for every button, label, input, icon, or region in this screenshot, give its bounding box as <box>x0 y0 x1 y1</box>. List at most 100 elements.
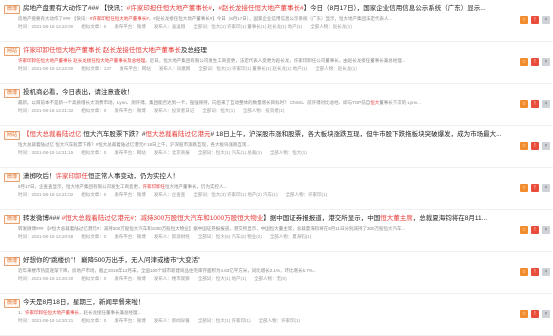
feed-item-title[interactable]: 转发微博### #恒大总裁着陆过亿港元#：减持300万股恒大汽车和1000万股恒… <box>23 213 487 225</box>
feed-item[interactable]: 网站 许家印卸任恒大地产董事长 赵长龙接任恒大地产董事长及总经理 许家印卸任恒大地产… <box>0 42 553 84</box>
close-icon[interactable]: × <box>542 100 550 108</box>
summary-segment: ，#赵长龙接任恒大地产董事长#】今日（8月17日），国家企业信用信息公示系统（广… <box>148 16 393 21</box>
warning-icon[interactable]: ! <box>531 16 539 24</box>
meta-field: 时间：2021-08-18 14:22:00 <box>18 66 74 71</box>
star-icon[interactable]: ☆ <box>520 310 528 318</box>
meta-field: 相似文章：0 <box>81 24 107 29</box>
meta-field: 发布人：投资者日记 <box>153 108 195 113</box>
meta-field: 发布人：新闻早餐 <box>153 318 190 323</box>
meta-field: 发布平台：微博 <box>114 192 146 197</box>
feed-item[interactable]: 微博 潇掷吹后！许家印卸任恒正常人事变动，仍为实控人！ 8月17日，企查查显示，恒大… <box>0 168 553 210</box>
close-icon[interactable]: × <box>542 58 550 66</box>
meta-field: 全部人物：赵长龙(1) <box>315 66 357 71</box>
meta-field: 时间：2021-08-18 14:20:58 <box>18 234 74 239</box>
feed-item-header: 网站 【恒大总裁着陆过亿 恒大汽车股票下跌？#恒大总裁着陆过亿港元# 18日上午，… <box>4 129 513 141</box>
feed-item-title[interactable]: 投机商必看，今日表出，请注意查收！ <box>23 87 134 99</box>
feed-item-title[interactable]: 【恒大总裁着陆过亿 恒大汽车股票下跌？#恒大总裁着陆过亿港元# 18日上午，沪深… <box>23 129 502 141</box>
feed-item[interactable]: 微博 房地产盘要有大动作了### 【快讯：#许家印担任恒大地产董事长#，#赵长龙接… <box>0 0 553 42</box>
meta-field: 发布人：新浪财经 <box>153 234 190 239</box>
meta-field: 全部词：恒大(1) <box>202 108 235 113</box>
star-icon[interactable]: ☆ <box>520 16 528 24</box>
feed-item-meta: 时间：2021-08-18 14:20:40 相似文章：0 发布平台：微博 发布人：楼… <box>18 274 513 283</box>
title-segment: 赵长龙接任恒大地产董事长 <box>102 47 181 54</box>
meta-field: 时间：2021-08-18 14:21:32 <box>18 108 74 113</box>
feed-item-title[interactable]: 潇掷吹后！许家印卸任恒正常人事变动，仍为实控人！ <box>23 171 179 183</box>
close-icon[interactable]: × <box>542 268 550 276</box>
warning-icon[interactable]: ! <box>531 100 539 108</box>
meta-field: 全部词：恒大(3) 许家印(1) 地产(2) 汽车(1) <box>193 192 278 197</box>
news-feed-list: 微博 房地产盘要有大动作了### 【快讯：#许家印担任恒大地产董事长#，#赵长龙接… <box>0 0 553 336</box>
warning-icon[interactable]: ! <box>531 58 539 66</box>
summary-segment: 许家印卸任 <box>142 184 166 189</box>
meta-field: 发布人：凌凌翔 <box>153 24 186 29</box>
meta-field: 时间：2021-08-18 14:21:15 <box>18 150 74 155</box>
feed-item-title[interactable]: 今天是8月18日，星期三，新闻早餐来啦！ <box>23 297 144 309</box>
summary-segment: 董事长下次的 Lynn... <box>379 100 421 105</box>
star-icon[interactable]: ☆ <box>520 268 528 276</box>
title-segment: 恒大汽车股票下跌？# <box>81 131 146 138</box>
feed-item-title[interactable]: 房地产盘要有大动作了### 【快讯：#许家印担任恒大地产董事长#，#赵长龙接任恒… <box>23 3 486 15</box>
meta-field: 相似文章：0 <box>81 192 107 197</box>
meta-field: 全部词：恒大(1) 许家印(1) 董事长(1) 赵长龙(1) 地产(1) <box>193 24 303 29</box>
meta-field: 发布人：北京商报 <box>153 150 190 155</box>
item-actions: ☆! × <box>520 58 550 66</box>
item-actions: ☆! × <box>520 142 550 150</box>
summary-segment: 恒大 <box>370 100 380 105</box>
source-badge: 微博 <box>4 4 21 14</box>
summary-segment: 近日，恒大地产集团有限公司发生工商变更，法定代表人变更为赵长龙，许家印卸任公司董… <box>149 58 406 63</box>
feed-item-meta: 时间：2021-08-18 14:20:58 相似文章：0 发布平台：微博 发布人：新… <box>18 232 513 241</box>
star-icon[interactable]: ☆ <box>520 226 528 234</box>
feed-item[interactable]: 微博 转发微博### #恒大总裁着陆过亿港元#：减持300万股恒大汽车和1000万… <box>0 210 553 252</box>
star-icon[interactable]: ☆ <box>520 100 528 108</box>
summary-segment: #许家印担任恒大地产董事长# <box>89 16 149 21</box>
meta-field: 发布平台：网站 <box>119 66 151 71</box>
feed-item-header: 微博 好想你的“跳楼价”！ 巅降500万出手，无人问津或楼市“大变活” <box>4 255 513 267</box>
meta-field: 全部词：恒大(1) 汽车(1) 总裁(1) <box>197 150 262 155</box>
summary-segment: 1、 <box>18 310 26 315</box>
item-actions: ☆! × <box>520 16 550 24</box>
meta-field: 相似文章：0 <box>81 108 107 113</box>
feed-item-summary: 房地产盘要有大动作了### 【快讯：#许家印担任恒大地产董事长#，#赵长龙接任恒… <box>18 15 513 22</box>
title-segment: 】今日（8月17日），国家企业信用信息公示系统（广东）显示... <box>303 5 486 12</box>
summary-segment: 恒大地产董事长，仍为实控人... <box>165 184 228 189</box>
warning-icon[interactable]: ! <box>531 268 539 276</box>
feed-item-header: 微博 转发微博### #恒大总裁着陆过亿港元#：减持300万股恒大汽车和1000万… <box>4 213 513 225</box>
feed-item-summary: 许家印卸任恒大地产董事长 赵长龙接任恒大地产董事长及总经理。近日，恒大地产集团有… <box>18 57 513 64</box>
close-icon[interactable]: × <box>542 16 550 24</box>
title-segment: 恒大董主席 <box>380 215 413 222</box>
feed-item-header: 微博 房地产盘要有大动作了### 【快讯：#许家印担任恒大地产董事长#，#赵长龙接… <box>4 3 513 15</box>
feed-item[interactable]: 微博 今天是8月18日，星期三，新闻早餐来啦！ 1、许家印卸任恒大地产董事长，赵长龙… <box>0 294 553 336</box>
feed-item[interactable]: 网站 【恒大总裁着陆过亿 恒大汽车股票下跌？#恒大总裁着陆过亿港元# 18日上午，… <box>0 126 553 168</box>
warning-icon[interactable]: ! <box>531 184 539 192</box>
feed-item-meta: 时间：2021-08-18 14:22:00 相似文章：0 发布平台：微博 发布人：凌… <box>18 22 513 31</box>
star-icon[interactable]: ☆ <box>520 142 528 150</box>
close-icon[interactable]: × <box>542 142 550 150</box>
warning-icon[interactable]: ! <box>531 310 539 318</box>
summary-segment: 近年来楼市热度逐渐下降，房地产市场，截止2019年12月末，全国100个城市新建… <box>18 268 317 273</box>
close-icon[interactable]: × <box>542 184 550 192</box>
feed-item[interactable]: 微博 投机商必看，今日表出，请注意查收！ 最新。以目前本不是新一个高质增长大消费市场… <box>0 84 553 126</box>
item-actions: ☆! × <box>520 268 550 276</box>
feed-item-title[interactable]: 许家印卸任恒大地产董事长 赵长龙接任恒大地产董事长及总经理 <box>23 45 207 57</box>
star-icon[interactable]: ☆ <box>520 184 528 192</box>
feed-item-meta: 时间：2021-08-18 14:21:32 相似文章：0 发布平台：微博 发布人：投… <box>18 106 513 115</box>
summary-segment: ，赵长龙接任董事长兼总经理... <box>79 310 142 315</box>
title-segment: 及总经理 <box>180 47 207 54</box>
meta-field: 时间：2021-08-18 14:22:00 <box>18 24 74 29</box>
warning-icon[interactable]: ! <box>531 226 539 234</box>
summary-segment: 8月17日，企查查显示，恒大地产集团有限公司发生工商变更， <box>18 184 143 189</box>
summary-segment: 最新。以目前本不是新一个高质增长大消费市场，Lynn、测许博。集团能否达到一卡，… <box>18 100 371 105</box>
star-icon[interactable]: ☆ <box>520 58 528 66</box>
close-icon[interactable]: × <box>542 226 550 234</box>
title-segment: 转发微博### <box>23 215 62 222</box>
source-badge: 微博 <box>4 214 21 224</box>
close-icon[interactable]: × <box>542 310 550 318</box>
warning-icon[interactable]: ! <box>531 142 539 150</box>
meta-field: 发布人：企查查 <box>153 192 186 197</box>
title-segment: 许家印卸任恒大地产董事长 <box>23 47 102 54</box>
meta-field: 全部人物：许家印(1) <box>258 318 301 323</box>
title-segment: 】据中国证券报报道，港交所显示，中国 <box>263 215 381 222</box>
feed-item-title[interactable]: 好想你的“跳楼价”！ 巅降500万出手，无人问津或楼市“大变活” <box>23 255 200 267</box>
feed-item-header: 网站 许家印卸任恒大地产董事长 赵长龙接任恒大地产董事长及总经理 <box>4 45 513 57</box>
feed-item[interactable]: 微博 好想你的“跳楼价”！ 巅降500万出手，无人问津或楼市“大变活” 近年来楼市热… <box>0 252 553 294</box>
